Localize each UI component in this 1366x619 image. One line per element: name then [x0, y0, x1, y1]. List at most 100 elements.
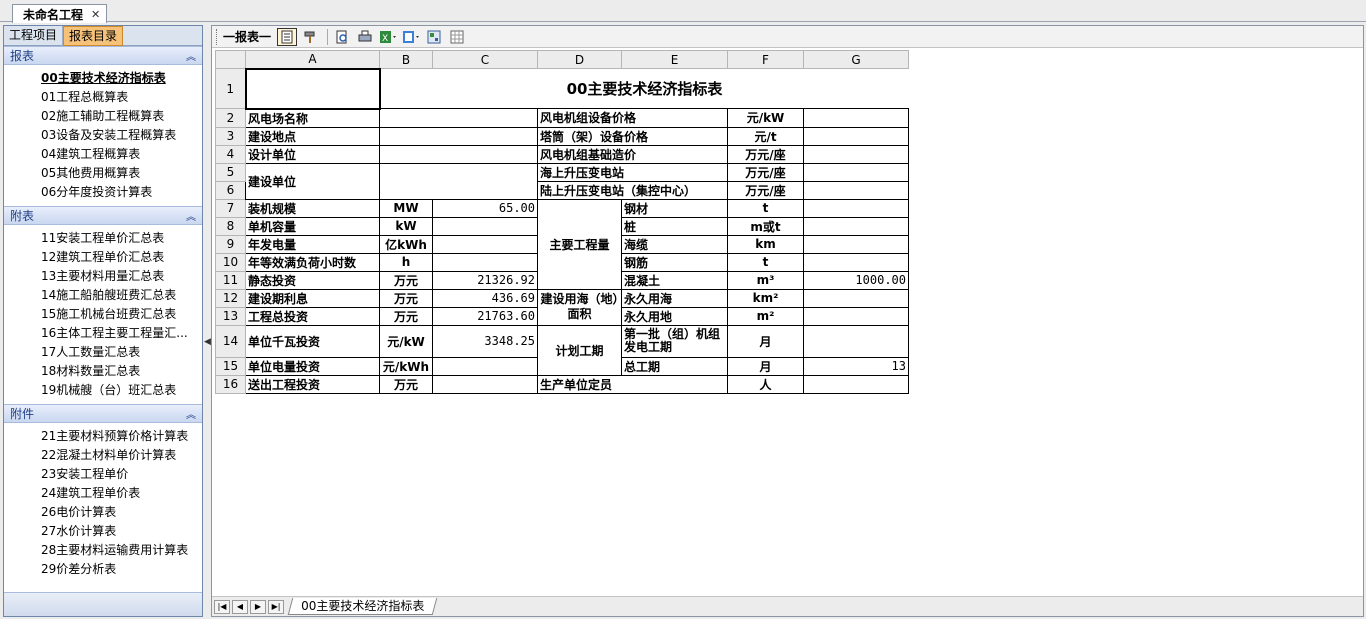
- cell[interactable]: [803, 306, 909, 326]
- cell[interactable]: 生产单位定员: [537, 374, 728, 394]
- cell[interactable]: 送出工程投资: [245, 374, 380, 394]
- print-preview-button[interactable]: [332, 28, 352, 46]
- cell[interactable]: [379, 126, 538, 146]
- row-header[interactable]: 12: [215, 288, 246, 308]
- list-item[interactable]: 04建筑工程概算表: [4, 145, 202, 164]
- row-header[interactable]: 8: [215, 216, 246, 236]
- list-item[interactable]: 11安装工程单价汇总表: [4, 229, 202, 248]
- cell[interactable]: [379, 144, 538, 164]
- export-button[interactable]: [401, 28, 421, 46]
- cell[interactable]: 桩: [621, 216, 728, 236]
- row-header[interactable]: 4: [215, 144, 246, 164]
- list-item[interactable]: 12建筑工程单价汇总表: [4, 248, 202, 267]
- list-item[interactable]: 27水价计算表: [4, 522, 202, 541]
- cell[interactable]: 元/t: [727, 126, 804, 146]
- cell[interactable]: 万元/座: [727, 180, 804, 200]
- row-header[interactable]: 11: [215, 270, 246, 290]
- collapse-icon[interactable]: ︽: [186, 406, 196, 421]
- row-header[interactable]: 16: [215, 374, 246, 394]
- close-icon[interactable]: ✕: [91, 8, 100, 21]
- collapse-icon[interactable]: ︽: [186, 48, 196, 63]
- cell[interactable]: [432, 374, 538, 394]
- cell[interactable]: [803, 198, 909, 218]
- cell[interactable]: 装机规模: [245, 198, 380, 218]
- cell[interactable]: 建设期利息: [245, 288, 380, 308]
- cell[interactable]: [432, 356, 538, 376]
- cell[interactable]: 永久用地: [621, 306, 728, 326]
- cell[interactable]: 建设用海（地）面积: [537, 288, 622, 326]
- cell[interactable]: [803, 180, 909, 200]
- cell[interactable]: 1000.00: [803, 270, 909, 290]
- row-header[interactable]: 5: [215, 162, 246, 182]
- prev-sheet-icon[interactable]: ◀: [232, 599, 248, 614]
- cell[interactable]: [803, 324, 909, 358]
- export-excel-button[interactable]: X: [378, 28, 398, 46]
- row-header[interactable]: 1: [215, 68, 246, 109]
- list-item[interactable]: 22混凝土材料单价计算表: [4, 446, 202, 465]
- cell[interactable]: 钢筋: [621, 252, 728, 272]
- cell[interactable]: 永久用海: [621, 288, 728, 308]
- cell[interactable]: 单机容量: [245, 216, 380, 236]
- list-item[interactable]: 01工程总概算表: [4, 88, 202, 107]
- cell[interactable]: [432, 234, 538, 254]
- report-view-button[interactable]: [277, 27, 298, 46]
- column-header[interactable]: B: [379, 50, 433, 69]
- cell[interactable]: 万元: [379, 288, 433, 308]
- list-item[interactable]: 05其他费用概算表: [4, 164, 202, 183]
- cell[interactable]: 21326.92: [432, 270, 538, 290]
- row-header[interactable]: 7: [215, 198, 246, 218]
- cell[interactable]: 元/kWh: [379, 356, 433, 376]
- cell[interactable]: [803, 288, 909, 308]
- cell[interactable]: km: [727, 234, 804, 254]
- cell[interactable]: 计划工期: [537, 324, 622, 376]
- cell[interactable]: m³: [727, 270, 804, 290]
- list-item[interactable]: 24建筑工程单价表: [4, 484, 202, 503]
- cell[interactable]: [803, 234, 909, 254]
- cell[interactable]: 月: [727, 324, 804, 358]
- cell[interactable]: 亿kWh: [379, 234, 433, 254]
- row-header[interactable]: 13: [215, 306, 246, 326]
- column-header[interactable]: F: [727, 50, 804, 69]
- cell[interactable]: 主要工程量: [537, 198, 622, 290]
- cell[interactable]: [803, 126, 909, 146]
- cell[interactable]: kW: [379, 216, 433, 236]
- list-item[interactable]: 18材料数量汇总表: [4, 362, 202, 381]
- column-header[interactable]: D: [537, 50, 622, 69]
- toolbar-grip[interactable]: [216, 28, 219, 45]
- cell[interactable]: 万元: [379, 306, 433, 326]
- list-item[interactable]: 29价差分析表: [4, 560, 202, 579]
- cell[interactable]: [432, 252, 538, 272]
- document-tab[interactable]: 未命名工程 ✕: [12, 4, 108, 23]
- column-header[interactable]: G: [803, 50, 909, 69]
- list-item[interactable]: 16主体工程主要工程量汇...: [4, 324, 202, 343]
- list-item[interactable]: 21主要材料预算价格计算表: [4, 427, 202, 446]
- tools-button[interactable]: [300, 28, 320, 46]
- cell[interactable]: 单位电量投资: [245, 356, 380, 376]
- list-item[interactable]: 15施工机械台班费汇总表: [4, 305, 202, 324]
- cell[interactable]: 第一批（组）机组发电工期: [621, 324, 728, 358]
- column-header[interactable]: C: [432, 50, 538, 69]
- list-item[interactable]: 14施工船舶艘班费汇总表: [4, 286, 202, 305]
- next-sheet-icon[interactable]: ▶: [250, 599, 266, 614]
- cell[interactable]: 3348.25: [432, 324, 538, 358]
- column-header[interactable]: A: [245, 50, 380, 69]
- first-sheet-icon[interactable]: |◀: [214, 599, 230, 614]
- cell[interactable]: 总工期: [621, 356, 728, 376]
- cell[interactable]: m或t: [727, 216, 804, 236]
- section-attached-tables-header[interactable]: 附表 ︽: [4, 206, 202, 225]
- row-header[interactable]: 9: [215, 234, 246, 254]
- list-item[interactable]: 19机械艘（台）班汇总表: [4, 381, 202, 400]
- cell[interactable]: h: [379, 252, 433, 272]
- cell[interactable]: 月: [727, 356, 804, 376]
- cell[interactable]: m²: [727, 306, 804, 326]
- tab-report-catalog[interactable]: 报表目录: [63, 26, 124, 46]
- section-attachments-header[interactable]: 附件 ︽: [4, 404, 202, 423]
- cell[interactable]: 万元/座: [727, 144, 804, 164]
- selected-cell[interactable]: [244, 67, 381, 110]
- cell[interactable]: 万元/座: [727, 162, 804, 182]
- print-button[interactable]: [355, 28, 375, 46]
- cell[interactable]: 海上升压变电站: [537, 162, 728, 182]
- cell[interactable]: [803, 162, 909, 182]
- cell[interactable]: 塔筒（架）设备价格: [537, 126, 728, 146]
- cell[interactable]: t: [727, 252, 804, 272]
